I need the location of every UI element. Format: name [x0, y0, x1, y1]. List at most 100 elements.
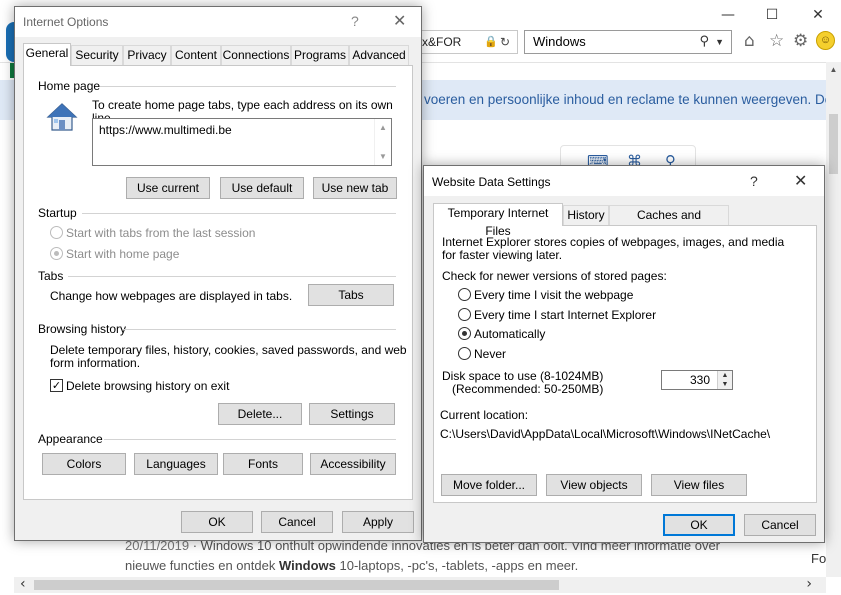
scroll-thumb-horizontal[interactable] — [34, 580, 559, 590]
cancel-button[interactable]: Cancel — [744, 514, 816, 536]
disk-space-value: 330 — [689, 373, 710, 387]
tab-connections[interactable]: Connections — [221, 45, 291, 65]
every-visit-radio[interactable] — [458, 288, 471, 301]
startup-home-page-radio[interactable] — [50, 247, 63, 260]
browsing-history-heading: Browsing history — [38, 322, 127, 336]
delete-on-exit-checkbox[interactable]: ✓ — [50, 379, 63, 392]
group-divider — [100, 86, 396, 87]
stepper-up-icon[interactable]: ▲ — [717, 371, 732, 380]
result-text-2: nieuwe functies en ontdek — [125, 558, 279, 573]
startup-heading: Startup — [38, 206, 77, 220]
cancel-button[interactable]: Cancel — [261, 511, 333, 533]
fonts-button[interactable]: Fonts — [223, 453, 303, 475]
tab-programs[interactable]: Programs — [291, 45, 349, 65]
dialog-title: Website Data Settings — [432, 175, 551, 189]
disk-space-stepper[interactable]: 330 ▲ ▼ — [661, 370, 733, 390]
close-button[interactable]: ✕ — [393, 11, 406, 30]
dialog-titlebar: Website Data Settings ? ✕ — [424, 166, 824, 196]
tabs-description: Change how webpages are displayed in tab… — [50, 289, 293, 303]
move-folder-button[interactable]: Move folder... — [441, 474, 537, 496]
website-data-settings-dialog: Website Data Settings ? ✕ Temporary Inte… — [423, 165, 825, 543]
intro-line-2: for faster viewing later. — [442, 248, 563, 262]
every-start-label: Every time I start Internet Explorer — [474, 308, 657, 322]
dialog-titlebar: Internet Options ? ✕ — [15, 7, 421, 37]
tab-advanced[interactable]: Advanced — [349, 45, 409, 65]
right-edge-text: Fo — [811, 551, 827, 566]
group-divider — [68, 276, 396, 277]
textarea-scrollbar[interactable]: ▲ ▼ — [374, 119, 391, 165]
current-location-path: C:\Users\David\AppData\Local\Microsoft\W… — [440, 427, 771, 441]
tab-history[interactable]: History — [563, 205, 609, 225]
favorites-star-icon[interactable]: ☆ — [769, 31, 784, 51]
horizontal-scrollbar[interactable]: ‹ › — [14, 576, 826, 593]
house-icon — [46, 103, 78, 131]
search-box[interactable]: Windows ⚲ ▼ — [524, 30, 732, 54]
scroll-up-icon[interactable]: ▲ — [826, 62, 841, 77]
refresh-icon[interactable]: ↻ — [500, 31, 510, 53]
accessibility-button[interactable]: Accessibility — [310, 453, 396, 475]
tabs-heading: Tabs — [38, 269, 64, 283]
result-text-3: 10-laptops, -pc's, -tablets, -apps en me… — [335, 558, 579, 573]
every-visit-label: Every time I visit the webpage — [474, 288, 634, 302]
smiley-feedback-icon[interactable]: ☺ — [816, 31, 835, 50]
dialog-title: Internet Options — [23, 15, 109, 29]
disk-recommended-label: (Recommended: 50-250MB) — [452, 382, 604, 396]
view-files-button[interactable]: View files — [651, 474, 747, 496]
chevron-down-icon[interactable]: ▼ — [715, 31, 724, 53]
lock-icon[interactable]: 🔒 — [484, 31, 498, 53]
close-icon[interactable]: ✕ — [804, 4, 832, 26]
use-new-tab-button[interactable]: Use new tab — [313, 177, 397, 199]
stepper-down-icon[interactable]: ▼ — [717, 380, 732, 389]
never-label: Never — [474, 347, 507, 361]
colors-button[interactable]: Colors — [42, 453, 126, 475]
group-divider — [124, 329, 396, 330]
search-icon[interactable]: ⚲ — [699, 31, 709, 53]
tab-temporary-internet-files[interactable]: Temporary Internet Files — [433, 203, 563, 238]
tabs-button[interactable]: Tabs — [308, 284, 394, 306]
browsing-history-desc-2: form information. — [50, 356, 141, 370]
temporary-files-panel: Internet Explorer stores copies of webpa… — [433, 225, 817, 503]
address-text: x&FOR — [422, 35, 462, 49]
use-current-button[interactable]: Use current — [126, 177, 210, 199]
use-default-button[interactable]: Use default — [220, 177, 304, 199]
vertical-scrollbar[interactable]: ▲ — [826, 62, 841, 577]
view-objects-button[interactable]: View objects — [546, 474, 642, 496]
help-button[interactable]: ? — [750, 173, 758, 189]
scroll-right-icon[interactable]: › — [806, 576, 812, 592]
current-location-label: Current location: — [440, 408, 529, 422]
tab-content[interactable]: Content — [171, 45, 221, 65]
scroll-left-icon[interactable]: ‹ — [20, 576, 26, 592]
close-button[interactable]: ✕ — [794, 171, 807, 190]
home-page-url: https://www.multimedi.be — [99, 123, 232, 137]
settings-button[interactable]: Settings — [309, 403, 395, 425]
startup-last-session-label: Start with tabs from the last session — [66, 226, 256, 240]
tab-general[interactable]: General — [23, 43, 71, 66]
appearance-heading: Appearance — [38, 432, 103, 446]
home-icon[interactable]: ⌂ — [744, 31, 755, 51]
ok-button[interactable]: OK — [663, 514, 735, 536]
ok-button[interactable]: OK — [181, 511, 253, 533]
help-button[interactable]: ? — [351, 13, 359, 29]
tab-security[interactable]: Security — [71, 45, 123, 65]
maximize-icon[interactable]: ☐ — [758, 4, 786, 26]
every-start-radio[interactable] — [458, 308, 471, 321]
delete-button[interactable]: Delete... — [218, 403, 302, 425]
home-page-textarea[interactable]: https://www.multimedi.be ▲ ▼ — [92, 118, 392, 166]
check-newer-label: Check for newer versions of stored pages… — [442, 269, 667, 283]
delete-on-exit-label: Delete browsing history on exit — [66, 379, 230, 393]
group-divider — [104, 439, 396, 440]
tab-caches-databases[interactable]: Caches and databases — [609, 205, 729, 240]
never-radio[interactable] — [458, 347, 471, 360]
apply-button[interactable]: Apply — [342, 511, 414, 533]
internet-options-dialog: Internet Options ? ✕ General Security Pr… — [14, 6, 422, 541]
automatically-label: Automatically — [474, 327, 546, 341]
startup-home-page-label: Start with home page — [66, 247, 180, 261]
settings-gear-icon[interactable]: ⚙ — [793, 31, 808, 51]
languages-button[interactable]: Languages — [134, 453, 218, 475]
tab-privacy[interactable]: Privacy — [123, 45, 171, 65]
scroll-thumb[interactable] — [829, 114, 838, 174]
result-keyword: Windows — [278, 558, 336, 573]
automatically-radio[interactable] — [458, 327, 471, 340]
startup-last-session-radio[interactable] — [50, 226, 63, 239]
minimize-icon[interactable]: — — [714, 4, 742, 26]
